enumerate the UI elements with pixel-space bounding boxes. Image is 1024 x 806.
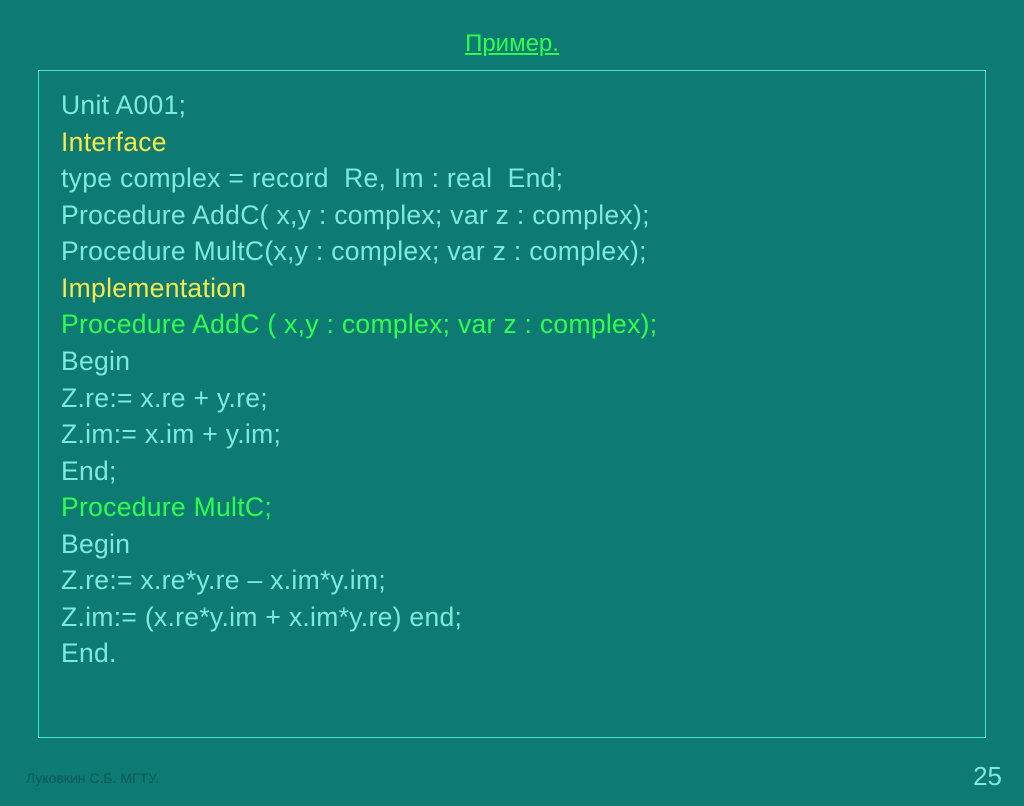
code-line: Procedure AddC( x,y : complex; var z : c… [61, 197, 963, 234]
code-line: End; [61, 453, 963, 490]
code-line: Implementation [61, 270, 963, 307]
code-line: End. [61, 635, 963, 672]
code-line: Unit A001; [61, 87, 963, 124]
footer-author: Луковкин С.Б. МГТУ. [26, 770, 159, 786]
code-line: type complex = record Re, Im : real End; [61, 160, 963, 197]
code-line: Procedure MultC; [61, 489, 963, 526]
slide: Пример. Unit A001; Interface type comple… [0, 0, 1024, 806]
code-line: Begin [61, 526, 963, 563]
page-number: 25 [973, 761, 1002, 792]
slide-title: Пример. [0, 30, 1024, 58]
code-line: Z.re:= x.re + y.re; [61, 380, 963, 417]
code-line: Begin [61, 343, 963, 380]
code-box: Unit A001; Interface type complex = reco… [38, 70, 986, 738]
code-line: Interface [61, 124, 963, 161]
code-line: Procedure AddC ( x,y : complex; var z : … [61, 306, 963, 343]
code-line: Z.im:= x.im + y.im; [61, 416, 963, 453]
code-line: Procedure MultC(x,y : complex; var z : c… [61, 233, 963, 270]
code-line: Z.im:= (x.re*y.im + x.im*y.re) end; [61, 599, 963, 636]
code-line: Z.re:= x.re*y.re – x.im*y.im; [61, 562, 963, 599]
